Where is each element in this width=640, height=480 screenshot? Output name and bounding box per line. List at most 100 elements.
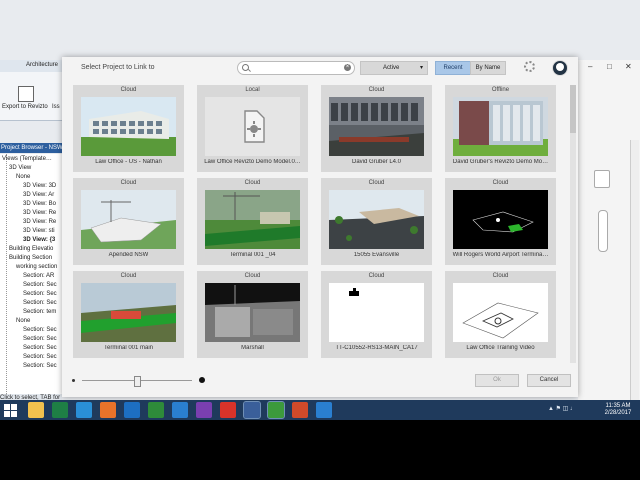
project-card[interactable]: Cloud 15055 Evansville <box>321 178 432 265</box>
scrollbar-thumb[interactable] <box>570 85 576 133</box>
zoom-in-icon[interactable] <box>199 377 205 383</box>
revit-icon[interactable] <box>243 401 261 419</box>
project-card[interactable]: Cloud Marshall <box>197 271 308 358</box>
internet-explorer-icon[interactable] <box>76 402 92 418</box>
project-name-label: Terminal 001 main <box>103 345 154 351</box>
tree-item[interactable]: Building Section <box>9 254 52 263</box>
project-card[interactable]: Cloud Law Office - US - Nathan <box>73 85 184 172</box>
maximize-icon[interactable]: □ <box>607 62 612 71</box>
tree-item[interactable]: Section: Sec <box>23 362 57 371</box>
project-card[interactable]: Cloud Apended NSW <box>73 178 184 265</box>
tree-item[interactable]: Section: Sec <box>23 344 57 353</box>
project-name-label: Law Office Revizto Demo Model.0… <box>204 159 301 165</box>
tree-item[interactable]: Building Elevatio <box>9 245 53 254</box>
project-name-label: David Gruber L4.0 <box>351 159 402 165</box>
windows-taskbar: ▲ ⚑ ◫ ♩ 11:35 AM 2/28/2017 <box>0 400 640 420</box>
view-scrollbar[interactable] <box>630 140 639 400</box>
project-card[interactable]: Offline David Gruber's Revizto Demo Mo… <box>445 85 556 172</box>
sort-recent-button[interactable]: Recent <box>435 61 471 75</box>
tree-item[interactable]: Section: Sec <box>23 326 57 335</box>
tree-item[interactable]: Section: tem <box>23 308 56 317</box>
ribbon-tab-architecture[interactable]: Architecture <box>26 62 58 68</box>
file-explorer-icon[interactable] <box>28 402 44 418</box>
tree-item[interactable]: 3D View: Bo <box>23 200 56 209</box>
search-input[interactable] <box>252 63 344 74</box>
zoom-out-icon[interactable] <box>72 379 75 382</box>
user-avatar-icon[interactable] <box>552 60 568 76</box>
tree-item[interactable]: 3D View: {3 <box>23 236 55 245</box>
project-thumbnail[interactable] <box>329 190 424 249</box>
status-filter-select[interactable]: Active ▾ <box>360 61 428 75</box>
tree-item[interactable]: 3D View <box>9 164 31 173</box>
clear-search-icon[interactable]: × <box>344 64 351 71</box>
navigation-bar-icon[interactable] <box>598 210 608 252</box>
teamviewer-icon[interactable] <box>172 402 188 418</box>
export-to-revizto-label[interactable]: Export to Revizto <box>2 104 48 110</box>
project-thumbnail[interactable] <box>329 283 424 342</box>
tree-item[interactable]: working section <box>16 263 57 272</box>
project-card[interactable]: Cloud Will Rogers World Airport Termina… <box>445 178 556 265</box>
system-tray-icons[interactable]: ▲ ⚑ ◫ ♩ <box>548 405 576 412</box>
project-card[interactable]: Cloud Terminal 001 main <box>73 271 184 358</box>
project-name-label: TT-C10552-RS13-MAIN_CA17 <box>335 345 418 351</box>
search-box[interactable]: × <box>237 61 355 75</box>
sort-by-name-button[interactable]: By Name <box>470 61 506 75</box>
tree-item[interactable]: 3D View: Ar <box>23 191 54 200</box>
project-grid-scrollbar[interactable] <box>570 85 576 363</box>
minimize-icon[interactable]: – <box>588 62 592 71</box>
tree-item[interactable]: 3D View: sti <box>23 227 55 236</box>
project-status-label: Cloud <box>120 273 137 279</box>
tree-item[interactable]: Section: AR <box>23 272 54 281</box>
project-card[interactable]: Local Law Office Revizto Demo Model.0… <box>197 85 308 172</box>
export-to-revizto-icon[interactable] <box>18 86 34 102</box>
navisworks-icon[interactable] <box>148 402 164 418</box>
revizto-icon[interactable] <box>220 402 236 418</box>
project-thumbnail[interactable] <box>205 190 300 249</box>
project-card[interactable]: Cloud TT-C10552-RS13-MAIN_CA17 <box>321 271 432 358</box>
view-cube-icon[interactable] <box>594 170 610 188</box>
project-thumbnail[interactable] <box>81 190 176 249</box>
project-name-label: Law Office Training Video <box>466 345 535 351</box>
camtasia-icon[interactable] <box>267 401 285 419</box>
ok-button[interactable]: Ok <box>475 374 519 387</box>
project-thumbnail[interactable] <box>205 97 300 156</box>
select-project-dialog: Select Project to Link to × Active ▾ Rec… <box>62 57 578 397</box>
tree-item[interactable]: Section: Sec <box>23 281 57 290</box>
tree-item[interactable]: 3D View: Re <box>23 218 56 227</box>
tree-item[interactable]: 3D View: 3D <box>23 182 56 191</box>
tree-item[interactable]: Section: Sec <box>23 299 57 308</box>
excel-icon[interactable] <box>52 402 68 418</box>
outlook-icon[interactable] <box>124 402 140 418</box>
project-card[interactable]: Cloud Law Office Training Video <box>445 271 556 358</box>
tree-item[interactable]: None <box>16 173 30 182</box>
tree-item[interactable]: Section: Sec <box>23 290 57 299</box>
project-thumbnail[interactable] <box>453 190 548 249</box>
issues-label[interactable]: Iss <box>52 104 60 110</box>
project-thumbnail[interactable] <box>81 97 176 156</box>
search-app-icon[interactable] <box>196 402 212 418</box>
project-status-label: Cloud <box>492 180 509 186</box>
project-thumbnail[interactable] <box>81 283 176 342</box>
project-thumbnail[interactable] <box>205 283 300 342</box>
firefox-icon[interactable] <box>100 402 116 418</box>
project-card[interactable]: Cloud David Gruber L4.0 <box>321 85 432 172</box>
project-thumbnail[interactable] <box>453 97 548 156</box>
project-thumbnail[interactable] <box>453 283 548 342</box>
project-thumbnail[interactable] <box>329 97 424 156</box>
project-card[interactable]: Cloud Terminal 001 _04 <box>197 178 308 265</box>
taskbar-clock[interactable]: 11:35 AM 2/28/2017 <box>598 403 638 417</box>
close-icon[interactable]: ✕ <box>625 62 632 71</box>
clock-time: 11:35 AM <box>605 403 631 409</box>
tree-connector <box>6 154 8 394</box>
tree-item[interactable]: None <box>16 317 30 326</box>
windows-start-icon[interactable] <box>4 404 17 417</box>
revizto-viewer-icon[interactable] <box>316 402 332 418</box>
tree-item[interactable]: Section: Sec <box>23 353 57 362</box>
thumbnail-size-slider-handle[interactable] <box>134 376 141 387</box>
project-status-label: Offline <box>491 87 510 93</box>
powerpoint-icon[interactable] <box>292 402 308 418</box>
cancel-button[interactable]: Cancel <box>527 374 571 387</box>
tree-item[interactable]: 3D View: Re <box>23 209 56 218</box>
tree-item[interactable]: Views (Template… <box>2 155 52 164</box>
tree-item[interactable]: Section: Sec <box>23 335 57 344</box>
